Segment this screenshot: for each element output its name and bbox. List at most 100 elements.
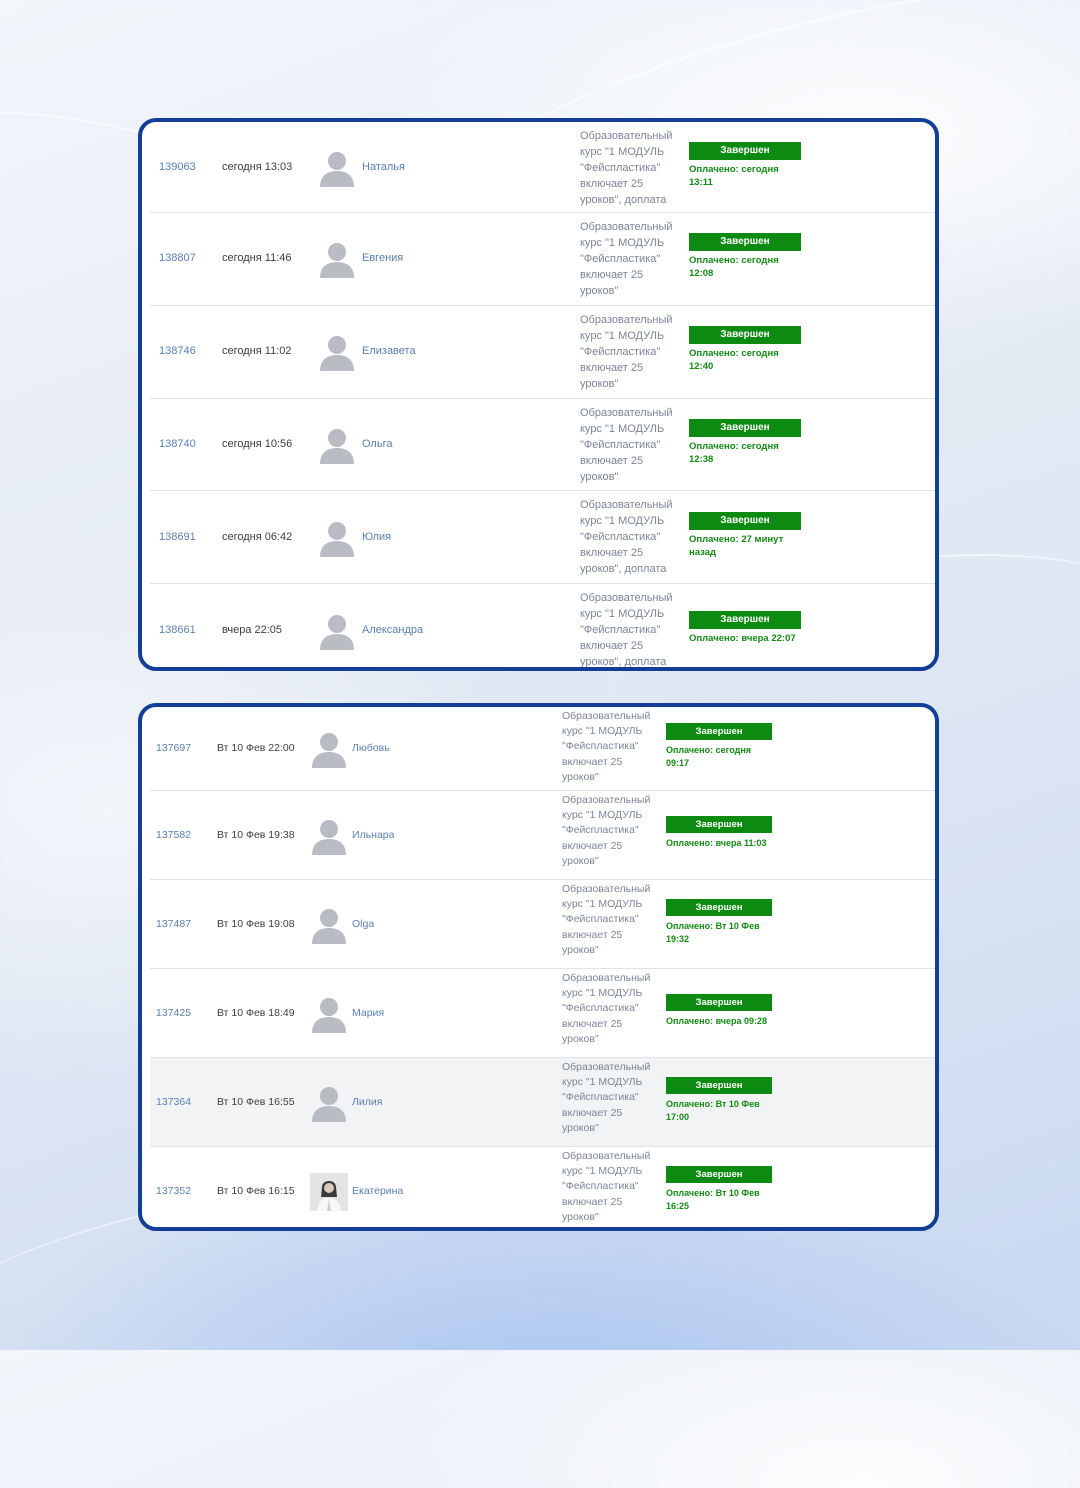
product-description: Образовательный курс "1 МОДУЛЬ "Фейспласти… — [580, 405, 690, 485]
product-line: уроков" — [580, 470, 619, 483]
product-line: курс "1 МОДУЛЬ — [580, 422, 665, 435]
payment-line: Оплачено: сегодня — [689, 440, 779, 452]
customer-name-link[interactable]: Наталья — [362, 161, 405, 173]
order-row[interactable]: 137697 Вт 10 Фев 22:00 Любовь Образовательн… — [150, 707, 935, 791]
product-line: "Фейспластика" — [562, 740, 639, 753]
order-row[interactable]: 139063 сегодня 13:03 Наталья Образовательны… — [150, 122, 935, 213]
order-row[interactable]: 137582 Вт 10 Фев 19:38 Ильнара Образователь… — [150, 791, 935, 880]
order-row[interactable]: 137352 Вт 10 Фев 16:15 Екатерина Образовате… — [150, 1147, 935, 1227]
payment-line: Оплачено: Вт 10 Фев — [666, 920, 760, 931]
order-row[interactable]: 137425 Вт 10 Фев 18:49 Мария Образовательны… — [150, 969, 935, 1058]
order-id-link[interactable]: 138746 — [159, 345, 196, 357]
product-line: включает 25 — [562, 839, 623, 852]
status-badge: Завершен — [689, 611, 801, 630]
default-avatar-icon — [318, 519, 356, 557]
product-description: Образовательный курс "1 МОДУЛЬ "Фейспласти… — [580, 312, 690, 392]
product-line: "Фейспластика" — [580, 345, 661, 358]
order-date: Вт 10 Фев 16:15 — [217, 1184, 295, 1197]
status-badge: Завершен — [666, 898, 772, 916]
product-line: уроков" — [562, 770, 599, 783]
default-avatar-icon — [318, 333, 356, 372]
customer-name-link[interactable]: Екатерина — [352, 1185, 403, 1197]
order-id-link[interactable]: 137697 — [156, 742, 191, 754]
default-avatar-icon — [318, 612, 356, 650]
order-date: Вт 10 Фев 19:08 — [217, 917, 295, 930]
order-row[interactable]: 137487 Вт 10 Фев 19:08 Olga Образовательный… — [150, 880, 935, 969]
payment-line: 13:11 — [689, 176, 713, 188]
product-line: курс "1 МОДУЛЬ — [562, 1165, 643, 1178]
payment-line: Оплачено: 27 минут — [689, 533, 784, 545]
order-date: сегодня 11:02 — [222, 345, 292, 358]
product-line: курс "1 МОДУЛЬ — [562, 898, 643, 911]
product-line: "Фейспластика" — [580, 624, 661, 637]
payment-line: 17:00 — [666, 1111, 690, 1122]
customer-name-link[interactable]: Ольга — [362, 438, 392, 450]
product-line: включает 25 — [562, 1195, 623, 1208]
order-id-link[interactable]: 137425 — [156, 1007, 191, 1019]
order-id-link[interactable]: 138740 — [159, 438, 196, 450]
customer-name-link[interactable]: Любовь — [352, 742, 390, 754]
payment-line: 16:25 — [666, 1200, 690, 1211]
payment-line: 12:08 — [689, 268, 714, 280]
product-line: уроков" — [580, 285, 619, 297]
orders-panel-top: 139063 сегодня 13:03 Наталья Образовательны… — [138, 118, 939, 671]
product-description: Образовательный курс "1 МОДУЛЬ "Фейспласти… — [580, 219, 690, 299]
product-description: Образовательный курс "1 МОДУЛЬ "Фейспласти… — [562, 971, 662, 1047]
order-id-link[interactable]: 137364 — [156, 1096, 191, 1108]
payment-line: 09:17 — [666, 758, 690, 768]
order-row[interactable]: 138740 сегодня 10:56 Ольга Образовательный к… — [150, 399, 935, 492]
payment-line: Оплачено: сегодня — [689, 348, 779, 360]
product-line: "Фейспластика" — [562, 913, 639, 926]
order-row[interactable]: 138691 сегодня 06:42 Юлия Образовательный ку… — [150, 491, 935, 585]
status-badge: Завершен — [689, 418, 801, 437]
product-line: курс "1 МОДУЛЬ — [562, 1076, 643, 1089]
product-line: Образовательный — [580, 221, 673, 233]
payment-status: Оплачено: вчера 11:03 — [666, 837, 786, 850]
customer-name-link[interactable]: Елизавета — [362, 345, 416, 357]
customer-name-link[interactable]: Александра — [362, 624, 423, 636]
payment-line: 12:40 — [689, 361, 714, 373]
product-line: курс "1 МОДУЛЬ — [580, 237, 665, 249]
payment-line: Оплачено: Вт 10 Фев — [666, 1187, 760, 1198]
payment-line: Оплачено: сегодня — [689, 163, 779, 175]
customer-name-link[interactable]: Евгения — [362, 252, 403, 264]
product-description: Образовательный курс "1 МОДУЛЬ "Фейспласти… — [580, 497, 690, 577]
order-row[interactable]: 138807 сегодня 11:46 Евгения Образовательны… — [150, 213, 935, 306]
product-line: уроков", доплата — [580, 563, 667, 576]
order-row[interactable]: 138746 сегодня 11:02 Елизавета Образователь… — [150, 306, 935, 399]
order-row[interactable]: 137364 Вт 10 Фев 16:55 Лилия Образовательны… — [150, 1058, 935, 1147]
product-line: Образовательный — [580, 406, 673, 419]
order-id-link[interactable]: 137582 — [156, 829, 191, 841]
default-avatar-icon — [310, 995, 348, 1033]
order-id-link[interactable]: 137487 — [156, 918, 191, 930]
order-id-link[interactable]: 138807 — [159, 252, 196, 264]
customer-name-link[interactable]: Лилия — [352, 1096, 382, 1108]
customer-name-link[interactable]: Ильнара — [352, 829, 394, 841]
order-id-link[interactable]: 138691 — [159, 531, 196, 543]
order-id-link[interactable]: 137352 — [156, 1185, 191, 1197]
product-line: Образовательный — [580, 313, 673, 326]
payment-line: 19:32 — [666, 933, 690, 944]
orders-panel-bottom: 137697 Вт 10 Фев 22:00 Любовь Образовательн… — [138, 703, 939, 1231]
order-date: сегодня 10:56 — [222, 437, 293, 450]
product-line: "Фейспластика" — [580, 162, 661, 174]
customer-name-link[interactable]: Мария — [352, 1007, 384, 1019]
product-line: Образовательный — [562, 1061, 651, 1073]
product-description: Образовательный курс "1 МОДУЛЬ "Фейспласти… — [562, 1060, 662, 1136]
product-line: Образовательный — [562, 1150, 651, 1162]
product-line: Образовательный — [580, 130, 673, 142]
order-id-link[interactable]: 138661 — [159, 624, 196, 636]
product-line: "Фейспластика" — [562, 824, 639, 837]
default-avatar-icon — [310, 817, 348, 855]
order-row[interactable]: 138661 вчера 22:05 Александра Образовательн… — [150, 584, 935, 667]
product-line: уроков" — [562, 1032, 599, 1045]
payment-status: Оплачено: сегодня 12:40 — [689, 347, 809, 373]
product-line: курс "1 МОДУЛЬ — [580, 329, 665, 342]
payment-line: Оплачено: вчера 22:07 — [689, 633, 796, 645]
order-id-link[interactable]: 139063 — [159, 161, 196, 173]
product-description: Образовательный курс "1 МОДУЛЬ "Фейспласти… — [580, 590, 690, 667]
customer-name-link[interactable]: Юлия — [362, 531, 391, 543]
product-line: уроков" — [562, 1210, 599, 1223]
status-badge: Завершен — [689, 511, 801, 530]
customer-name-link[interactable]: Olga — [352, 918, 374, 930]
